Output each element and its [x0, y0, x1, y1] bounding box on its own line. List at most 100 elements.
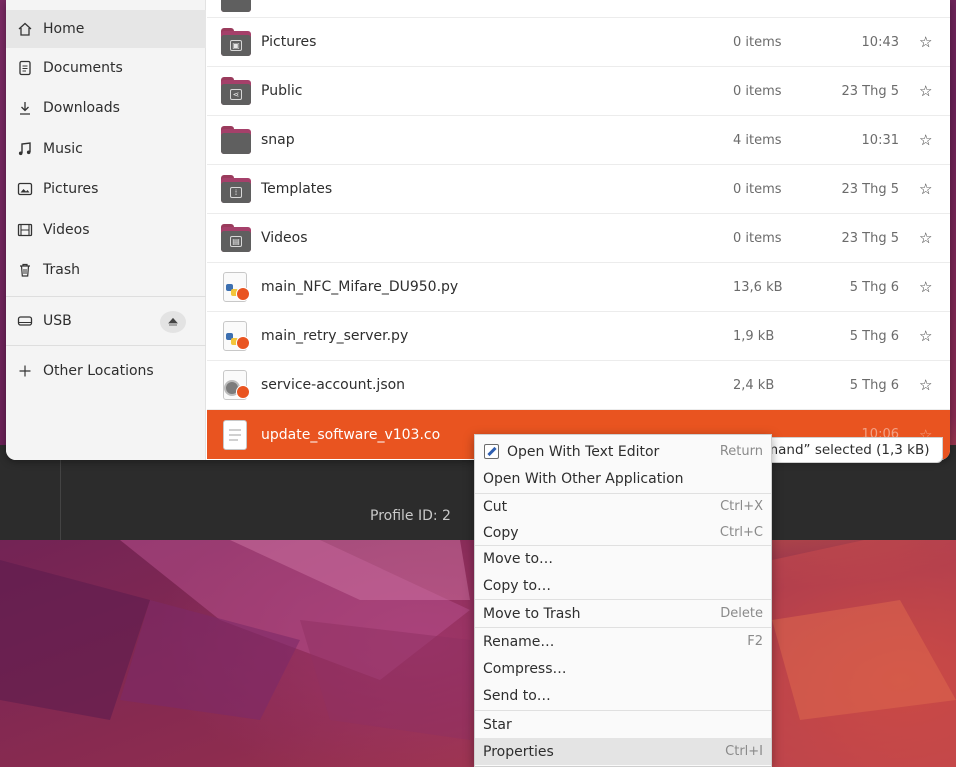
folder-public-icon: ⋖: [221, 77, 251, 105]
sidebar-item-videos[interactable]: Videos: [6, 211, 206, 249]
menu-item-open-with-text-editor[interactable]: Open With Text Editor Return: [475, 438, 771, 465]
menu-item-label: Move to…: [483, 550, 554, 567]
menu-item-move-to[interactable]: Move to…: [475, 545, 771, 572]
menu-item-cut[interactable]: Cut Ctrl+X: [475, 493, 771, 520]
music-icon: [16, 140, 34, 158]
menu-item-label: Cut: [483, 498, 508, 515]
sidebar-item-label: Documents: [43, 60, 123, 76]
python-file-icon: [221, 272, 251, 302]
star-icon[interactable]: ☆: [919, 131, 932, 149]
folder-icon: [221, 126, 251, 154]
sidebar-item-downloads[interactable]: Downloads: [6, 89, 206, 127]
file-name: Videos: [261, 230, 308, 246]
sidebar-item-home[interactable]: Home: [6, 10, 206, 48]
file-name: Public: [261, 83, 303, 99]
text-editor-icon: [484, 444, 499, 459]
menu-item-send-to[interactable]: Send to…: [475, 682, 771, 709]
file-size: 0 items: [733, 230, 782, 246]
sidebar-divider: [6, 345, 206, 346]
file-modified: 5 Thg 6: [849, 328, 899, 344]
menu-item-copy-to[interactable]: Copy to…: [475, 572, 771, 599]
sidebar-item-pictures[interactable]: Pictures: [6, 170, 206, 208]
star-icon[interactable]: ☆: [919, 229, 932, 247]
document-icon: [16, 59, 34, 77]
menu-item-shortcut: Delete: [720, 606, 763, 621]
menu-item-open-with-other-application[interactable]: Open With Other Application: [475, 465, 771, 492]
table-row[interactable]: [207, 0, 950, 18]
file-size: 4 items: [733, 132, 782, 148]
file-modified: 23 Thg 5: [841, 230, 899, 246]
sidebar-divider: [6, 296, 206, 297]
folder-pictures-icon: ▣: [221, 28, 251, 56]
sidebar-item-label: Videos: [43, 222, 90, 238]
menu-item-rename[interactable]: Rename… F2: [475, 628, 771, 655]
file-name: service-account.json: [261, 377, 406, 393]
sidebar-item-documents[interactable]: Documents: [6, 49, 206, 87]
table-row[interactable]: ⋖ Public 0 items 23 Thg 5 ☆: [207, 67, 950, 116]
python-file-icon: [221, 321, 251, 351]
lock-icon: [236, 385, 250, 399]
menu-item-copy[interactable]: Copy Ctrl+C: [475, 519, 771, 546]
selection-status: mand” selected (1,3 kB): [760, 437, 943, 463]
sidebar-item-other-locations[interactable]: Other Locations: [6, 352, 206, 390]
menu-item-compress[interactable]: Compress…: [475, 655, 771, 682]
picture-icon: [16, 180, 34, 198]
json-file-icon: [221, 370, 251, 400]
text-file-icon: [221, 419, 251, 450]
trash-icon: [16, 261, 34, 279]
star-icon[interactable]: ☆: [919, 327, 932, 345]
sidebar-item-label: Home: [43, 21, 85, 37]
lock-icon: [236, 287, 250, 301]
menu-item-label: Copy to…: [483, 577, 552, 594]
eject-button[interactable]: [160, 311, 186, 333]
file-modified: 23 Thg 5: [841, 181, 899, 197]
file-name: update_software_v103.co: [261, 426, 441, 443]
menu-item-label: Rename…: [483, 633, 555, 650]
folder-templates-icon: ⁞: [221, 175, 251, 203]
file-name: Templates: [261, 181, 333, 197]
table-row[interactable]: ⁞ Templates 0 items 23 Thg 5 ☆: [207, 165, 950, 214]
table-row[interactable]: ▣ Pictures 0 items 10:43 ☆: [207, 18, 950, 67]
sidebar-item-label: Music: [43, 141, 83, 157]
sidebar-item-music[interactable]: Music: [6, 130, 206, 168]
menu-item-label: Move to Trash: [483, 605, 581, 622]
menu-item-label: Star: [483, 716, 512, 733]
table-row[interactable]: main_NFC_Mifare_DU950.py 13,6 kB 5 Thg 6…: [207, 263, 950, 312]
sidebar-item-label: Pictures: [43, 181, 99, 197]
menu-item-shortcut: F2: [747, 634, 763, 649]
menu-item-properties[interactable]: Properties Ctrl+I: [475, 738, 771, 765]
table-row[interactable]: snap 4 items 10:31 ☆: [207, 116, 950, 165]
folder-videos-icon: ▤: [221, 224, 251, 252]
menu-item-label: Properties: [483, 743, 554, 760]
file-modified: 10:31: [861, 132, 899, 148]
file-size: 2,4 kB: [733, 377, 775, 393]
menu-item-shortcut: Ctrl+C: [719, 525, 763, 540]
table-row[interactable]: ▤ Videos 0 items 23 Thg 5 ☆: [207, 214, 950, 263]
star-icon[interactable]: ☆: [919, 82, 932, 100]
file-modified: 5 Thg 6: [849, 279, 899, 295]
file-size: 0 items: [733, 83, 782, 99]
menu-item-shortcut: Ctrl+I: [725, 744, 763, 759]
table-row[interactable]: main_retry_server.py 1,9 kB 5 Thg 6 ☆: [207, 312, 950, 361]
star-icon[interactable]: ☆: [919, 376, 932, 394]
download-icon: [16, 99, 34, 117]
sidebar-item-label: USB: [43, 313, 72, 329]
sidebar-item-trash[interactable]: Trash: [6, 251, 206, 289]
menu-item-label: Send to…: [483, 687, 551, 704]
eject-icon: [168, 317, 178, 326]
menu-item-star[interactable]: Star: [475, 711, 771, 738]
video-icon: [16, 221, 34, 239]
sidebar-item-label: Other Locations: [43, 363, 154, 379]
star-icon[interactable]: ☆: [919, 33, 932, 51]
context-menu: Open With Text Editor Return Open With O…: [474, 434, 772, 767]
drive-icon: [16, 312, 34, 330]
table-row[interactable]: service-account.json 2,4 kB 5 Thg 6 ☆: [207, 361, 950, 410]
menu-item-label: Compress…: [483, 660, 567, 677]
file-name: main_retry_server.py: [261, 328, 409, 344]
menu-item-move-to-trash[interactable]: Move to Trash Delete: [475, 600, 771, 627]
lock-icon: [236, 336, 250, 350]
file-modified: 10:43: [861, 34, 899, 50]
star-icon[interactable]: ☆: [919, 278, 932, 296]
file-size: 13,6 kB: [733, 279, 783, 295]
star-icon[interactable]: ☆: [919, 180, 932, 198]
